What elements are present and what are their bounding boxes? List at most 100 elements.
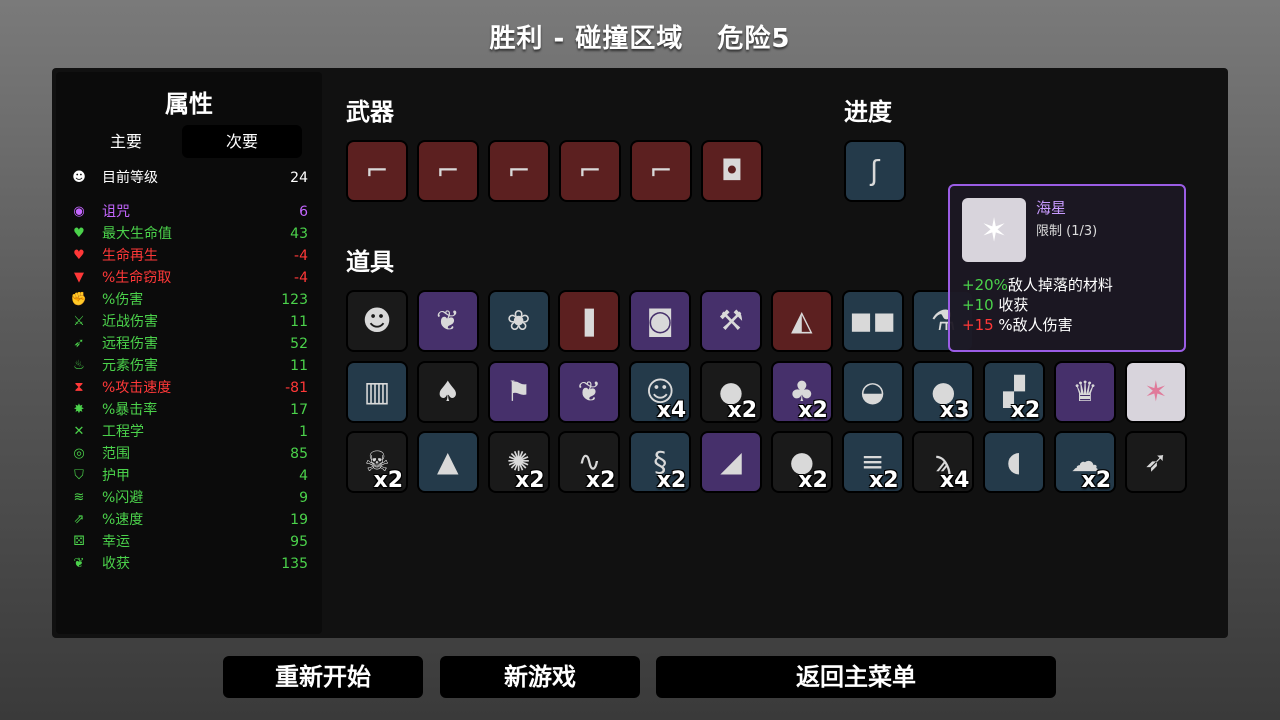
inventory-slot[interactable]: ▲	[416, 431, 479, 493]
run-result-title: 胜利 - 碰撞区域	[489, 24, 684, 54]
laser-gun-icon: ⌐	[649, 154, 673, 187]
inventory-slot[interactable]: ◘	[701, 140, 763, 202]
inventory-slot[interactable]: ◒	[841, 361, 904, 423]
stat-label: 幸运	[102, 534, 130, 550]
effect-value: +15	[962, 316, 994, 334]
stat-value: 123	[281, 292, 308, 308]
inventory-slot[interactable]: ◢	[700, 431, 762, 493]
stat-label: 元素伤害	[102, 358, 158, 374]
tab-secondary-stats[interactable]: 次要	[182, 125, 302, 158]
inventory-slot[interactable]: ▞ x2	[983, 361, 1046, 423]
laser-gun-icon: ⌐	[436, 154, 460, 187]
new-game-button[interactable]: 新游戏	[440, 656, 640, 698]
inventory-slot[interactable]: ∿ x2	[558, 431, 621, 493]
danger-level: 危险5	[717, 24, 791, 54]
golden-idol-icon: ♛	[1072, 375, 1098, 408]
item-quantity: x2	[515, 468, 545, 493]
crit-burst-icon: ✸	[73, 402, 85, 417]
inventory-slot[interactable]: ☁ x2	[1054, 431, 1116, 493]
inventory-slot[interactable]: ⚒	[700, 290, 762, 352]
inventory-slot[interactable]: ❦	[416, 290, 479, 352]
inventory-slot[interactable]: ▥	[346, 361, 408, 423]
item-quantity: x2	[585, 468, 616, 493]
stat-value: 1	[299, 424, 308, 440]
effect-text: 敌人掉落的材料	[1007, 276, 1113, 294]
stat-row: ⇗ %速度 19	[70, 510, 310, 530]
inventory-slot[interactable]: ʃ	[844, 140, 906, 202]
inventory-slot[interactable]: ♣ x2	[770, 361, 833, 423]
stat-value: 95	[290, 534, 308, 550]
inventory-slot[interactable]: ☺ x4	[629, 361, 692, 423]
starfish-icon: ✶	[962, 198, 1026, 262]
inventory-slot[interactable]: ❦	[558, 361, 621, 423]
inventory-slot[interactable]: ✺ x2	[487, 431, 550, 493]
feather-icon: ➶	[1144, 445, 1168, 478]
stat-label: %伤害	[102, 292, 144, 308]
stat-row: ⚔ 近战伤害 11	[70, 312, 310, 332]
flashlight-icon: ◖	[1006, 445, 1022, 478]
inventory-slot[interactable]: ϡ x4	[912, 431, 975, 493]
inventory-slot[interactable]: ● x3	[912, 361, 975, 423]
inventory-slot[interactable]: ◖	[983, 431, 1046, 493]
inventory-slot[interactable]: ≡ x2	[841, 431, 904, 493]
inventory-slot[interactable]: § x2	[629, 431, 692, 493]
stat-label: %速度	[102, 512, 144, 528]
inventory-slot[interactable]: ◙	[629, 290, 692, 352]
inventory-slot[interactable]: ● x2	[700, 361, 762, 423]
prism-icon: ◢	[720, 445, 742, 478]
inventory-slot[interactable]: ✶	[1124, 361, 1187, 423]
inventory-slot[interactable]: ➶	[1124, 431, 1187, 493]
rocket-icon: ▲	[437, 445, 459, 478]
inventory-slot[interactable]: ⌐	[488, 140, 550, 202]
tentacle-icon: ʃ	[870, 154, 880, 187]
stat-label: 远程伤害	[102, 336, 158, 352]
items-heading: 道具	[346, 248, 394, 276]
level-icon: ☻	[72, 170, 86, 185]
tooltip-item-limit: 限制 (1/3)	[1036, 224, 1098, 239]
inventory-slot[interactable]: ⌐	[346, 140, 408, 202]
stat-row: ♥ 最大生命值 43	[70, 224, 310, 244]
muscle-icon: ✊	[70, 292, 88, 307]
wings-icon: ❦	[577, 375, 602, 408]
inventory-slot[interactable]: ● x2	[770, 431, 833, 493]
stat-row: ⧗ %攻击速度 -81	[70, 378, 310, 398]
bow-icon: ➶	[73, 336, 85, 351]
stat-value: 24	[290, 170, 308, 186]
stat-row: ◉ 诅咒 6	[70, 202, 310, 222]
inventory-slot[interactable]: ◼◼	[841, 290, 904, 352]
tooltip-effect: +20%敌人掉落的材料	[962, 274, 1113, 295]
main-menu-button[interactable]: 返回主菜单	[656, 656, 1056, 698]
minigun-camera-icon: ◘	[720, 154, 744, 187]
stat-label: %闪避	[102, 490, 144, 506]
laser-gun-icon: ⌐	[365, 154, 389, 187]
inventory-slot[interactable]: ⌐	[417, 140, 479, 202]
effect-value: +20%	[962, 276, 1008, 294]
stat-label: %暴击率	[102, 402, 158, 418]
inventory-slot[interactable]: ♛	[1054, 361, 1116, 423]
progress-heading: 进度	[844, 98, 892, 126]
stat-row: ◎ 范围 85	[70, 444, 310, 464]
inventory-slot[interactable]: ☻	[346, 290, 408, 352]
stat-label: %生命窃取	[102, 270, 172, 286]
item-quantity: x2	[798, 468, 828, 493]
item-quantity: x2	[656, 468, 687, 493]
stat-value: -4	[294, 248, 308, 264]
inventory-slot[interactable]: ⚑	[487, 361, 550, 423]
inventory-slot[interactable]: ❚	[558, 290, 621, 352]
inventory-slot[interactable]: ♠	[416, 361, 479, 423]
stat-value: 6	[299, 204, 308, 220]
stat-row: ⛉ 护甲 4	[70, 466, 310, 486]
inventory-slot[interactable]: ☠ x2	[346, 431, 408, 493]
inventory-slot[interactable]: ◭	[770, 290, 833, 352]
inventory-slot[interactable]: ⌐	[559, 140, 621, 202]
eyepatch-cookie-icon: ☻	[362, 304, 392, 337]
effect-text: 收获	[993, 296, 1029, 314]
inventory-slot[interactable]: ❀	[487, 290, 550, 352]
tab-primary-stats[interactable]: 主要	[66, 125, 186, 158]
inventory-slot[interactable]: ⌐	[630, 140, 692, 202]
effect-value: +10	[962, 296, 994, 314]
stat-value: 85	[290, 446, 308, 462]
stat-row: ➶ 远程伤害 52	[70, 334, 310, 354]
stat-row: ≋ %闪避 9	[70, 488, 310, 508]
restart-button[interactable]: 重新开始	[223, 656, 423, 698]
